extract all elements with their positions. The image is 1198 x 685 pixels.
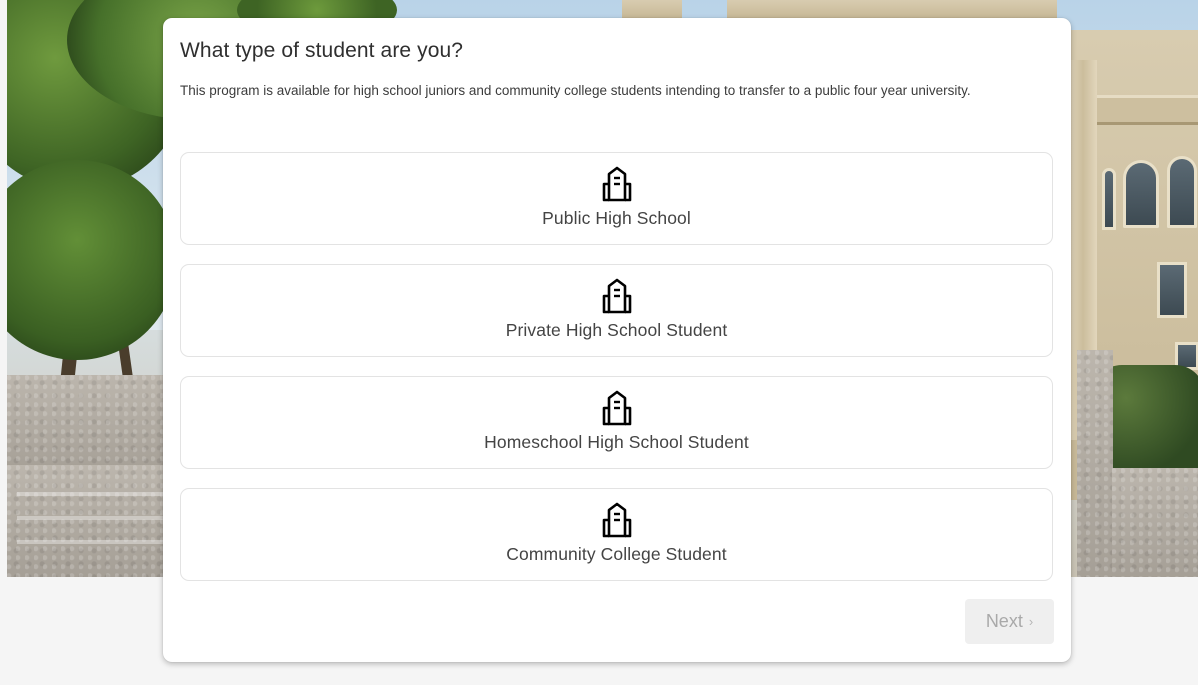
option-public-high-school[interactable]: Public High School	[180, 152, 1053, 245]
option-label: Community College Student	[506, 544, 727, 564]
school-building-icon	[602, 390, 631, 426]
school-building-icon	[602, 166, 631, 202]
school-building-icon	[602, 502, 631, 538]
option-label: Private High School Student	[505, 320, 728, 340]
question-card: What type of student are you? This progr…	[163, 18, 1071, 662]
option-homeschool-high-school[interactable]: Homeschool High School Student	[180, 376, 1053, 469]
chevron-right-icon: ›	[1028, 614, 1034, 629]
question-title: What type of student are you?	[180, 39, 464, 62]
next-button-label: Next	[985, 611, 1023, 631]
option-private-high-school[interactable]: Private High School Student	[180, 264, 1053, 357]
next-button[interactable]: Next ›	[965, 599, 1054, 644]
question-description: This program is available for high schoo…	[180, 83, 971, 98]
option-community-college[interactable]: Community College Student	[180, 488, 1053, 581]
option-label: Public High School	[542, 208, 691, 228]
option-label: Homeschool High School Student	[484, 432, 749, 452]
school-building-icon	[602, 278, 631, 314]
page: What type of student are you? This progr…	[0, 0, 1198, 685]
